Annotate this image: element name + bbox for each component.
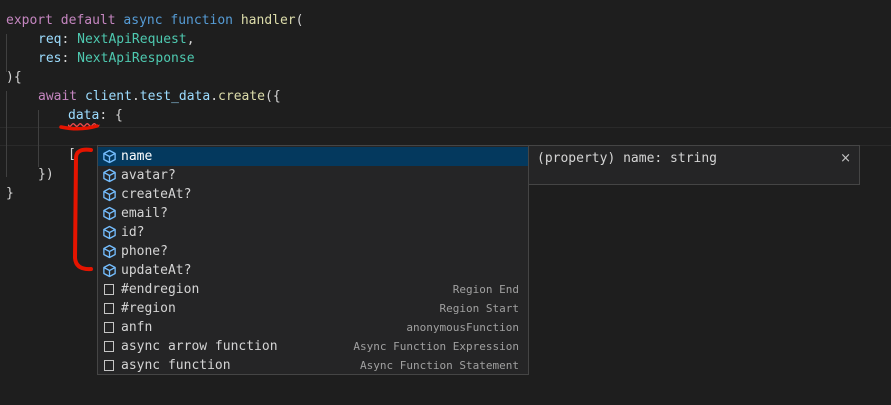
code-line-4: ){ [6, 70, 22, 85]
suggestion-detail: Region End [452, 283, 519, 296]
suggestion-label: email? [121, 206, 168, 221]
suggestion-item[interactable]: createAt? [98, 185, 528, 204]
property-icon [103, 149, 116, 164]
code-line-6: data: { [68, 108, 123, 123]
error-squiggle: data [68, 108, 100, 123]
suggestion-details: (property) name: string × [528, 145, 860, 185]
suggestion-label: phone? [121, 244, 168, 259]
suggestion-label: #endregion [121, 282, 200, 297]
property-icon [103, 168, 116, 183]
suggestion-label: async arrow function [121, 339, 278, 354]
code-line-1: export default async function handler( [6, 13, 304, 28]
details-text: (property) name: string [537, 151, 718, 166]
code-line-9: }) [38, 167, 54, 182]
suggestion-item[interactable]: updateAt? [98, 261, 528, 280]
snippet-icon [104, 303, 114, 314]
snippet-icon [104, 341, 114, 352]
suggestion-widget[interactable]: name avatar? createAt? email? id? phone? updat… [97, 145, 627, 375]
suggestion-item[interactable]: phone? [98, 242, 528, 261]
close-icon[interactable]: × [840, 149, 851, 168]
suggestion-label: avatar? [121, 168, 176, 183]
suggestion-label: updateAt? [121, 263, 192, 278]
property-icon [103, 225, 116, 240]
current-line-highlight [0, 127, 891, 146]
suggestion-item[interactable]: name [98, 147, 528, 166]
code-line-2: req: NextApiRequest, [38, 32, 195, 47]
suggestion-label: async function [121, 358, 231, 373]
suggestion-item[interactable]: #endregion Region End [98, 280, 528, 299]
code-line-8: [ [68, 147, 76, 162]
snippet-icon [104, 322, 114, 333]
property-icon [103, 263, 116, 278]
suggestion-label: id? [121, 225, 145, 240]
suggestion-item[interactable]: #region Region Start [98, 299, 528, 318]
property-icon [103, 187, 116, 202]
code-line-5: await client.test_data.create({ [38, 89, 281, 104]
indent-guide [6, 91, 7, 177]
code-line-3: res: NextApiResponse [38, 51, 195, 66]
snippet-icon [104, 284, 114, 295]
indent-guide [6, 34, 7, 72]
suggestion-detail: Async Function Statement [360, 359, 519, 372]
suggestion-label: createAt? [121, 187, 192, 202]
suggestion-item[interactable]: anfn anonymousFunction [98, 318, 528, 337]
suggestion-detail: Region Start [439, 302, 519, 315]
suggestion-item[interactable]: async arrow function Async Function Expre… [98, 337, 528, 356]
suggestion-detail: Async Function Expression [353, 340, 519, 353]
suggestion-label: anfn [121, 320, 153, 335]
suggestion-detail: anonymousFunction [406, 321, 519, 334]
suggestion-item[interactable]: avatar? [98, 166, 528, 185]
indent-guide [38, 110, 39, 167]
snippet-icon [104, 360, 114, 371]
suggestion-label: #region [121, 301, 176, 316]
suggestion-item[interactable]: async function Async Function Statement [98, 356, 528, 375]
property-icon [103, 206, 116, 221]
property-icon [103, 244, 116, 259]
code-line-10: } [6, 186, 14, 201]
suggestion-item[interactable]: id? [98, 223, 528, 242]
suggestion-label: name [121, 149, 153, 164]
suggestion-item[interactable]: email? [98, 204, 528, 223]
